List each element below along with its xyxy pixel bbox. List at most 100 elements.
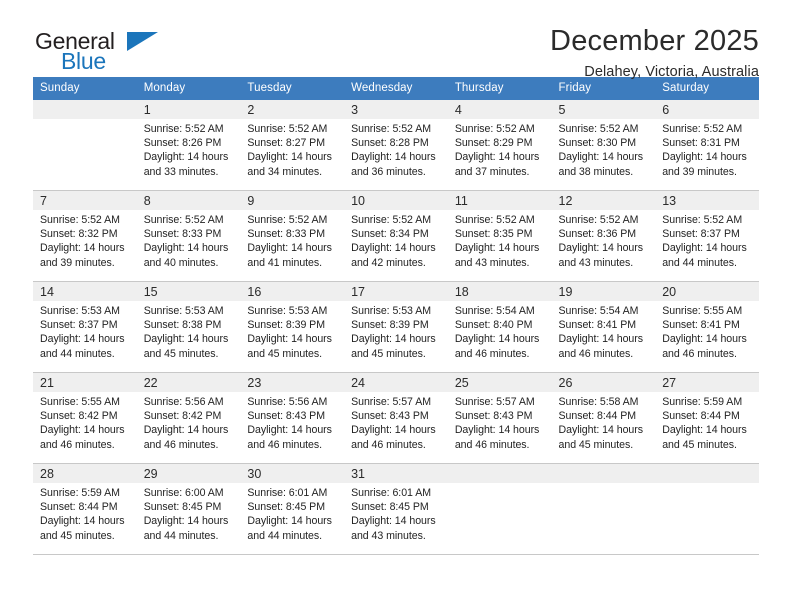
- calendar-day-cell[interactable]: 2 Sunrise: 5:52 AM Sunset: 8:27 PM Daylight…: [240, 100, 345, 191]
- calendar-day-cell[interactable]: 29 Sunrise: 6:00 AM Sunset: 8:45 PM Dayligh…: [136, 463, 241, 555]
- calendar-day-cell[interactable]: 19 Sunrise: 5:54 AM Sunset: 8:41 PM Dayligh…: [551, 281, 656, 373]
- calendar-day-cell[interactable]: 5 Sunrise: 5:52 AM Sunset: 8:30 PM Daylight…: [551, 100, 656, 191]
- day-number-band: 2: [240, 100, 345, 119]
- calendar-day-cell[interactable]: 21 Sunrise: 5:55 AM Sunset: 8:42 PM Dayligh…: [33, 372, 137, 464]
- day-details: Sunrise: 6:00 AM Sunset: 8:45 PM Daylight:…: [137, 483, 241, 543]
- sunset-line: Sunset: 8:33 PM: [247, 228, 325, 241]
- calendar-day-cell[interactable]: 31 Sunrise: 6:01 AM Sunset: 8:45 PM Dayligh…: [344, 463, 448, 555]
- calendar-day-cell[interactable]: 14 Sunrise: 5:53 AM Sunset: 8:37 PM Dayligh…: [33, 281, 137, 373]
- day-number: 24: [351, 376, 366, 390]
- calendar-day-cell[interactable]: 3 Sunrise: 5:52 AM Sunset: 8:28 PM Daylight…: [344, 100, 448, 191]
- sunrise-line: Sunrise: 5:52 AM: [454, 123, 535, 135]
- calendar-day-cell[interactable]: 25 Sunrise: 5:57 AM Sunset: 8:43 PM Dayligh…: [447, 372, 552, 464]
- day-cell-content: 22 Sunrise: 5:56 AM Sunset: 8:42 PM Dayligh…: [136, 373, 241, 463]
- day-details: Sunrise: 6:01 AM Sunset: 8:45 PM Daylight:…: [344, 483, 448, 543]
- day-number: 10: [351, 194, 366, 208]
- calendar-day-cell[interactable]: 7 Sunrise: 5:52 AM Sunset: 8:32 PM Daylight…: [33, 190, 137, 282]
- sunset-line: Sunset: 8:40 PM: [454, 319, 533, 332]
- day-number-band: 1: [136, 100, 241, 119]
- daylight-line-1: Daylight: 14 hours: [662, 424, 747, 437]
- sunrise-line: Sunrise: 5:54 AM: [558, 305, 639, 317]
- calendar-day-cell[interactable]: 1 Sunrise: 5:52 AM Sunset: 8:26 PM Daylight…: [136, 100, 241, 191]
- calendar-day-cell[interactable]: 18 Sunrise: 5:54 AM Sunset: 8:40 PM Dayligh…: [447, 281, 552, 373]
- day-number-band: 13: [655, 191, 759, 210]
- calendar-day-cell[interactable]: [447, 463, 552, 555]
- calendar-day-cell[interactable]: 13 Sunrise: 5:52 AM Sunset: 8:37 PM Dayligh…: [655, 190, 759, 282]
- day-details: Sunrise: 5:52 AM Sunset: 8:28 PM Daylight:…: [344, 119, 448, 179]
- calendar-day-cell[interactable]: 20 Sunrise: 5:55 AM Sunset: 8:41 PM Dayligh…: [655, 281, 759, 373]
- day-cell-content: 11 Sunrise: 5:52 AM Sunset: 8:35 PM Dayligh…: [447, 191, 552, 281]
- sunrise-line: Sunrise: 5:58 AM: [558, 396, 639, 408]
- day-details: Sunrise: 5:52 AM Sunset: 8:37 PM Daylight:…: [655, 210, 759, 270]
- calendar-day-cell[interactable]: 11 Sunrise: 5:52 AM Sunset: 8:35 PM Dayligh…: [447, 190, 552, 282]
- calendar-day-cell[interactable]: 27 Sunrise: 5:59 AM Sunset: 8:44 PM Dayligh…: [655, 372, 759, 464]
- daylight-line-1: Daylight: 14 hours: [662, 333, 747, 346]
- calendar-day-cell[interactable]: 9 Sunrise: 5:52 AM Sunset: 8:33 PM Daylight…: [240, 190, 345, 282]
- day-cell-content: 14 Sunrise: 5:53 AM Sunset: 8:37 PM Dayligh…: [33, 282, 137, 372]
- day-number-band: [551, 464, 656, 483]
- calendar-day-cell[interactable]: 23 Sunrise: 5:56 AM Sunset: 8:43 PM Dayligh…: [240, 372, 345, 464]
- sunset-line: Sunset: 8:44 PM: [40, 501, 118, 514]
- day-number: 8: [143, 194, 151, 208]
- day-number: 15: [143, 285, 158, 299]
- calendar-day-cell[interactable]: 26 Sunrise: 5:58 AM Sunset: 8:44 PM Dayligh…: [551, 372, 656, 464]
- daylight-line-2: and 46 minutes.: [454, 347, 530, 360]
- calendar-day-cell[interactable]: 8 Sunrise: 5:52 AM Sunset: 8:33 PM Daylight…: [136, 190, 241, 282]
- day-number: 19: [558, 285, 573, 299]
- calendar-day-cell[interactable]: 30 Sunrise: 6:01 AM Sunset: 8:45 PM Dayligh…: [240, 463, 345, 555]
- calendar-day-cell[interactable]: 6 Sunrise: 5:52 AM Sunset: 8:31 PM Daylight…: [655, 100, 759, 191]
- day-cell-content: 24 Sunrise: 5:57 AM Sunset: 8:43 PM Dayligh…: [344, 373, 448, 463]
- calendar-day-cell[interactable]: 10 Sunrise: 5:52 AM Sunset: 8:34 PM Dayligh…: [344, 190, 448, 282]
- calendar-day-cell[interactable]: 12 Sunrise: 5:52 AM Sunset: 8:36 PM Dayligh…: [551, 190, 656, 282]
- day-cell-content: [33, 100, 137, 190]
- day-number-band: 4: [447, 100, 552, 119]
- day-cell-content: 29 Sunrise: 6:00 AM Sunset: 8:45 PM Dayligh…: [136, 464, 241, 554]
- sunset-line: Sunset: 8:42 PM: [40, 410, 118, 423]
- weekday-header-thursday: Thursday: [447, 77, 552, 100]
- day-cell-content: 30 Sunrise: 6:01 AM Sunset: 8:45 PM Dayligh…: [240, 464, 345, 554]
- sunrise-line: Sunrise: 5:52 AM: [247, 214, 328, 226]
- daylight-line-2: and 45 minutes.: [558, 438, 634, 451]
- calendar-day-cell[interactable]: [33, 100, 137, 191]
- sunset-line: Sunset: 8:45 PM: [143, 501, 222, 514]
- daylight-line-1: Daylight: 14 hours: [143, 424, 229, 437]
- day-number-band: 20: [655, 282, 759, 301]
- sunset-line: Sunset: 8:45 PM: [351, 501, 429, 514]
- day-number-band: 16: [240, 282, 345, 301]
- calendar-day-cell[interactable]: 24 Sunrise: 5:57 AM Sunset: 8:43 PM Dayligh…: [344, 372, 448, 464]
- sunrise-line: Sunrise: 5:52 AM: [351, 214, 431, 226]
- calendar-day-cell[interactable]: [551, 463, 656, 555]
- daylight-line-1: Daylight: 14 hours: [454, 333, 540, 346]
- day-details: Sunrise: 5:52 AM Sunset: 8:27 PM Daylight:…: [240, 119, 344, 179]
- daylight-line-1: Daylight: 14 hours: [247, 333, 332, 346]
- daylight-line-2: and 40 minutes.: [143, 256, 219, 269]
- sunset-line: Sunset: 8:37 PM: [40, 319, 118, 332]
- daylight-line-2: and 43 minutes.: [558, 256, 634, 269]
- day-details: Sunrise: 5:55 AM Sunset: 8:42 PM Daylight:…: [33, 392, 137, 452]
- calendar-day-cell[interactable]: 22 Sunrise: 5:56 AM Sunset: 8:42 PM Dayligh…: [136, 372, 241, 464]
- day-number-band: 10: [344, 191, 448, 210]
- daylight-line-1: Daylight: 14 hours: [143, 515, 229, 528]
- day-details: Sunrise: 5:58 AM Sunset: 8:44 PM Daylight:…: [552, 392, 656, 452]
- calendar-day-cell[interactable]: 4 Sunrise: 5:52 AM Sunset: 8:29 PM Daylight…: [447, 100, 552, 191]
- day-cell-content: 6 Sunrise: 5:52 AM Sunset: 8:31 PM Daylight…: [655, 100, 759, 190]
- daylight-line-1: Daylight: 14 hours: [143, 242, 229, 255]
- day-number-band: 15: [136, 282, 241, 301]
- sunrise-line: Sunrise: 5:59 AM: [662, 396, 743, 408]
- day-cell-content: 15 Sunrise: 5:53 AM Sunset: 8:38 PM Dayligh…: [136, 282, 241, 372]
- day-details: Sunrise: 5:56 AM Sunset: 8:43 PM Daylight:…: [240, 392, 344, 452]
- calendar-day-cell[interactable]: 16 Sunrise: 5:53 AM Sunset: 8:39 PM Dayligh…: [240, 281, 345, 373]
- calendar-day-cell[interactable]: 28 Sunrise: 5:59 AM Sunset: 8:44 PM Dayligh…: [33, 463, 137, 555]
- calendar-day-cell[interactable]: 17 Sunrise: 5:53 AM Sunset: 8:39 PM Dayligh…: [344, 281, 448, 373]
- daylight-line-1: Daylight: 14 hours: [247, 424, 332, 437]
- sunset-line: Sunset: 8:44 PM: [558, 410, 637, 423]
- sunrise-line: Sunrise: 5:52 AM: [662, 123, 743, 135]
- calendar-day-cell[interactable]: 15 Sunrise: 5:53 AM Sunset: 8:38 PM Dayligh…: [136, 281, 241, 373]
- day-number: 28: [40, 467, 54, 481]
- calendar-day-cell[interactable]: [655, 463, 759, 555]
- title-block: December 2025 Delahey, Victoria, Austral…: [550, 26, 759, 81]
- sunset-line: Sunset: 8:38 PM: [143, 319, 222, 332]
- day-number: 17: [351, 285, 366, 299]
- sunrise-line: Sunrise: 5:59 AM: [40, 487, 120, 499]
- sunrise-line: Sunrise: 5:53 AM: [351, 305, 431, 317]
